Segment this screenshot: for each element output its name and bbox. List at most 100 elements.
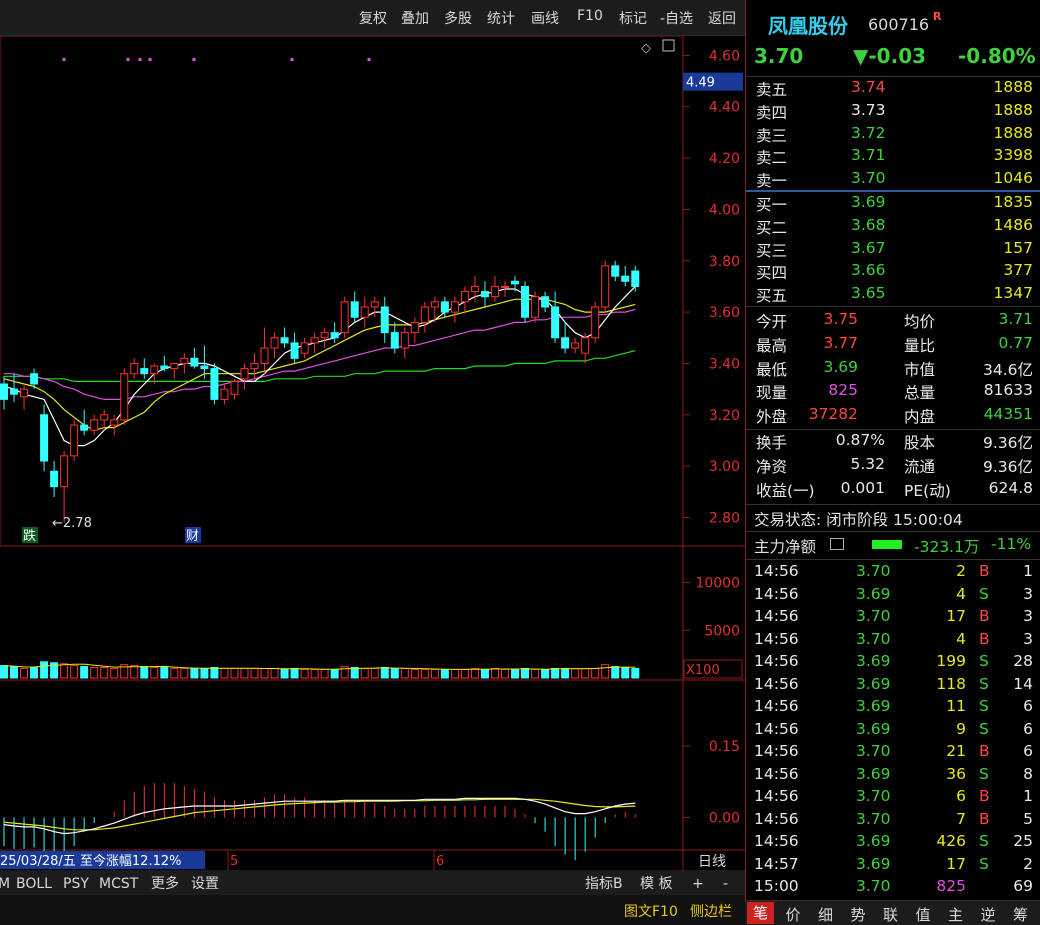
diamond-icon[interactable]: ◇ [641,41,651,56]
candle-up [100,414,109,421]
tick-price: 3.69 [856,697,891,715]
low-price-label: ←2.78 [52,516,92,531]
toolbar-remove-fav-button[interactable]: -自选 [660,8,693,28]
toolbar-f10-button[interactable]: F10 [577,8,603,24]
toolbar-stats-button[interactable]: 统计 [487,8,515,28]
candle-up [571,342,580,349]
detail-tab[interactable]: 势 [851,904,866,925]
quote-value: 3.69 [823,357,858,376]
detail-tab[interactable]: 价 [786,904,801,925]
tick-volume: 21 [946,742,966,760]
volume-bar-down [160,667,169,679]
indicator-tool-button[interactable]: 指标B [585,876,623,892]
tick-time: 14:56 [754,629,799,648]
toolbar-fuquan-button[interactable]: 复权 [359,8,387,28]
stock-code: 600716 [868,15,930,34]
volume-bar-down [200,667,209,679]
macd-axis-label: 0.00 [709,810,740,826]
orderbook-level-label: 卖一 [756,172,788,191]
tick-time: 14:56 [754,562,799,580]
indicator-tool-button[interactable]: + [692,876,704,892]
quote-row: 外盘 37282 内盘 44351 [746,405,1040,427]
detail-tab[interactable]: 筹 [1013,904,1028,925]
indicator-tab[interactable]: BOLL [16,876,52,892]
orderbook-bid-row: 买四 3.66 377 [746,261,1040,283]
tick-row: 14:56 3.70 2 B 1 [746,562,1040,584]
quote-value: 0.77 [998,333,1033,352]
volume-bar-down [80,666,89,679]
candle-up [220,388,229,400]
event-dot [138,58,142,61]
quote-value: 44351 [983,405,1033,424]
candle-down [80,424,89,431]
indicator-tab[interactable]: MCST [99,876,139,892]
panel-toggle-icon[interactable] [662,39,675,52]
toolbar-back-button[interactable]: 返回 [708,8,736,28]
toolbar-mark-button[interactable]: 标记 [619,8,647,28]
tick-price: 3.70 [856,607,891,625]
month-label-6: 6 [436,854,444,869]
quote-label: 量比 [904,336,936,355]
volume-bar-down [210,667,219,679]
graphic-f10-link[interactable]: 图文F10 [624,904,678,920]
mainforce-value: -323.1万 [914,538,980,556]
tick-row: 14:56 3.69 118 S 14 [746,675,1040,697]
tick-time: 15:00 [754,877,799,895]
indicator-tool-button[interactable]: 模 板 [640,876,672,892]
candle-up [150,365,159,375]
volume-bar-up [150,667,159,679]
indicator-tab[interactable]: 更多 [151,875,179,892]
candle-up [490,285,499,298]
detail-tab[interactable]: 主 [948,904,963,925]
quote-value: 0.001 [840,478,885,497]
detail-tab[interactable]: 联 [883,904,898,925]
detail-tab[interactable]: 逆 [981,904,996,925]
toolbar-draw-button[interactable]: 画线 [531,8,559,28]
kline-chart-area[interactable]: 4.60 4.40 4.20 4.00 3.80 3.60 3.40 3.20 3.00 2.80… [0,36,745,925]
detail-tab[interactable]: 细 [818,904,833,925]
detail-tab[interactable]: 笔 [747,902,775,924]
volume-bar-down [440,668,449,679]
quote-label: 现量 [756,384,788,403]
indicator-tab[interactable]: PSY [63,876,89,892]
orderbook-price: 3.70 [851,169,886,188]
indicator-tool-button[interactable]: - [723,876,728,892]
event-dot [62,58,66,61]
indicator-tab[interactable]: 设置 [191,876,219,892]
indicator-tab[interactable]: M [0,876,10,892]
volume-bar-down [561,667,570,679]
tick-side: B [979,607,990,625]
list-icon[interactable] [830,538,844,550]
period-label[interactable]: 日线 [698,854,726,870]
tick-time: 14:56 [754,652,799,670]
candle-down [160,365,169,370]
candle-down [40,414,49,462]
tick-price: 3.70 [856,809,891,828]
toolbar-overlay-button[interactable]: 叠加 [401,8,429,28]
tick-row: 14:57 3.69 17 S 2 [746,855,1040,877]
chart-toolbar: 复权 叠加 多股 统计 画线 F10 标记 -自选 返回 [0,0,745,36]
candle-up [601,265,610,308]
detail-tab[interactable]: 值 [916,904,931,925]
volume-bar-up [170,667,179,679]
volume-bar-down [541,668,550,679]
candle-up [410,321,419,334]
toolbar-multistock-button[interactable]: 多股 [444,8,472,28]
candle-up [360,306,369,318]
volume-bar-down [140,666,149,679]
last-price: 3.70 [754,44,804,68]
volume-bar-up [320,668,329,679]
volume-bar-up [70,665,79,679]
orderbook-level-label: 卖五 [756,81,788,99]
tick-side: S [979,674,989,693]
volume-bar-up [420,668,429,679]
tick-volume: 118 [936,674,966,693]
candle-up [60,455,69,488]
candle-down [611,265,620,277]
quote-label: 净资 [756,457,788,476]
kline-chart-svg[interactable]: 4.60 4.40 4.20 4.00 3.80 3.60 3.40 3.20 3.00 2.80… [0,36,745,925]
orderbook-volume: 3398 [993,146,1033,165]
orderbook-level-label: 买三 [756,241,788,260]
candle-up [90,419,99,431]
sidebar-link[interactable]: 侧边栏 [690,904,732,920]
